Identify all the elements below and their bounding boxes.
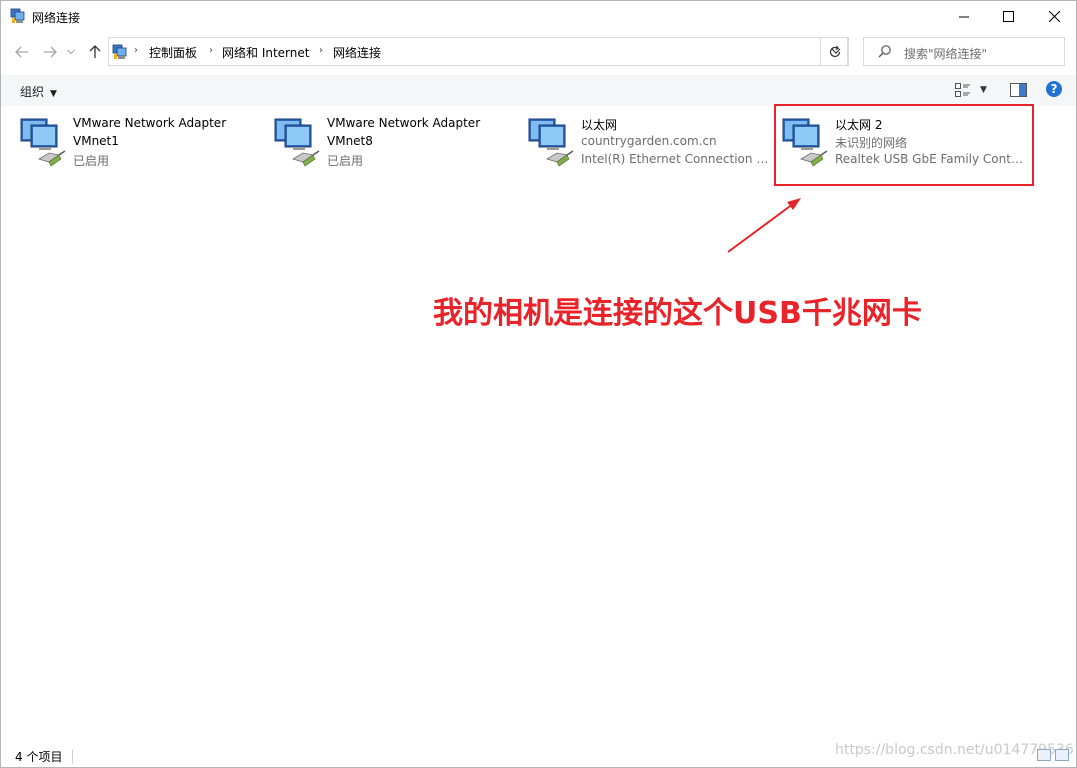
chevron-down-icon — [67, 49, 75, 55]
network-adapter-icon — [528, 118, 574, 167]
breadcrumb-separator: › — [134, 45, 138, 56]
adapter-status: Intel(R) Ethernet Connection (7... — [581, 152, 771, 166]
close-button[interactable] — [1031, 1, 1077, 32]
forward-button[interactable] — [41, 43, 59, 61]
refresh-icon — [829, 45, 840, 57]
adapter-status: 已启用 — [327, 154, 364, 168]
breadcrumb-network-internet[interactable]: 网络和 Internet — [222, 44, 309, 61]
explorer-window: 网络连接 › 控制面板 › 网络和 Internet › 网络连接 搜索"网络连… — [0, 0, 1077, 768]
help-icon[interactable]: ? — [1046, 81, 1062, 97]
up-button[interactable] — [86, 43, 104, 61]
minimize-button[interactable] — [941, 1, 987, 32]
breadcrumb-separator: › — [319, 45, 323, 56]
highlight-box — [774, 104, 1034, 186]
maximize-button[interactable] — [985, 1, 1031, 32]
details-view-icon[interactable] — [1037, 749, 1051, 761]
caret-down-icon: ▼ — [50, 89, 57, 99]
recent-locations-button[interactable] — [65, 43, 77, 61]
minimize-icon — [959, 16, 969, 17]
forward-arrow-icon — [44, 46, 57, 58]
change-view-icon[interactable] — [955, 83, 971, 97]
close-icon — [1048, 11, 1060, 22]
adapter-item-vmnet1[interactable]: VMware Network Adapter VMnet1 已启用 — [19, 115, 269, 175]
annotation-arrow-icon — [727, 198, 801, 253]
view-options-caret-icon[interactable]: ▼ — [980, 85, 987, 95]
adapter-item-vmnet8[interactable]: VMware Network Adapter VMnet8 已启用 — [273, 115, 523, 175]
adapter-network: VMnet8 — [327, 134, 373, 148]
search-icon — [878, 45, 891, 58]
title-bar: 网络连接 — [1, 1, 1076, 32]
adapter-name: VMware Network Adapter — [73, 116, 227, 130]
search-input[interactable]: 搜索"网络连接" — [863, 37, 1065, 66]
control-panel-icon — [112, 44, 127, 59]
command-bar: 组织 ▼ ▼ — [1, 75, 1076, 106]
preview-pane-icon[interactable] — [1010, 83, 1027, 97]
adapter-name: 以太网 — [581, 118, 618, 132]
adapter-network: VMnet1 — [73, 134, 119, 148]
refresh-button[interactable] — [820, 37, 849, 66]
address-bar[interactable]: › 控制面板 › 网络和 Internet › 网络连接 — [108, 37, 848, 66]
network-adapter-icon — [274, 118, 320, 167]
search-placeholder: 搜索"网络连接" — [904, 47, 988, 61]
adapter-status: 已启用 — [73, 154, 110, 168]
adapter-item-ethernet[interactable]: 以太网 countrygarden.com.cn Intel(R) Ethern… — [527, 115, 777, 175]
back-arrow-icon — [15, 46, 28, 58]
window-title: 网络连接 — [32, 11, 81, 25]
annotation-text: 我的相机是连接的这个USB千兆网卡 — [433, 296, 922, 331]
large-icons-view-icon[interactable] — [1055, 749, 1069, 761]
network-adapter-icon — [20, 118, 66, 167]
organize-label: 组织 — [20, 85, 45, 99]
back-button[interactable] — [13, 43, 31, 61]
maximize-icon — [1002, 11, 1014, 22]
item-count: 4 个项目 — [15, 750, 63, 764]
organize-menu-button[interactable]: 组织 ▼ — [20, 83, 57, 100]
adapter-network: countrygarden.com.cn — [581, 134, 717, 148]
breadcrumb-separator: › — [209, 45, 213, 56]
adapter-name: VMware Network Adapter — [327, 116, 481, 130]
status-divider — [72, 750, 73, 764]
breadcrumb-network-connections[interactable]: 网络连接 — [333, 44, 381, 61]
breadcrumb-control-panel[interactable]: 控制面板 — [149, 44, 197, 61]
up-arrow-icon — [89, 45, 101, 58]
network-connections-icon — [10, 8, 25, 23]
